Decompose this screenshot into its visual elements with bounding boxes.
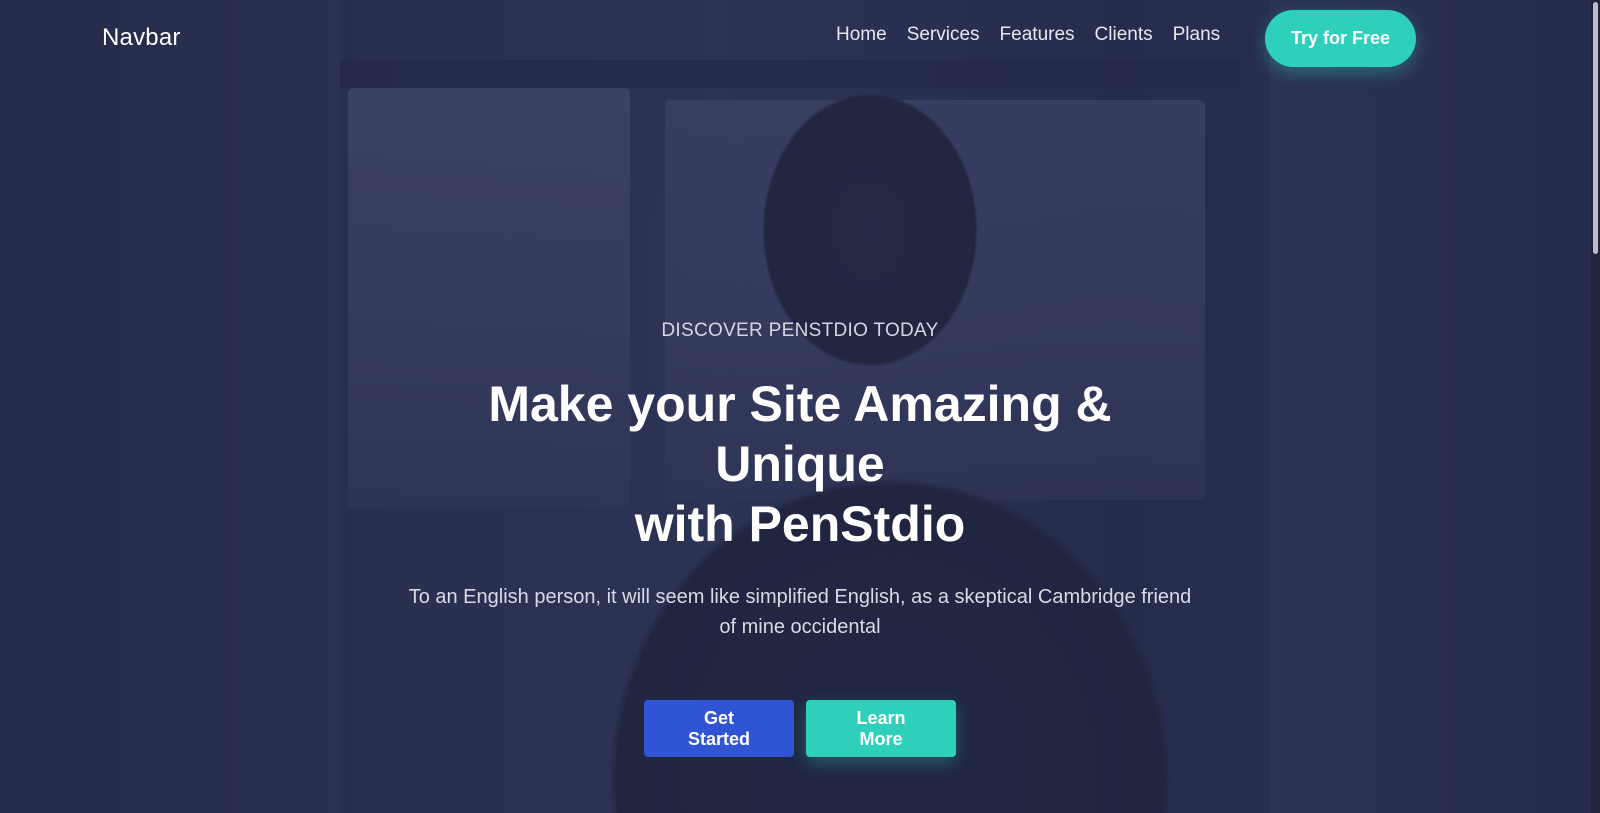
brand-logo[interactable]: Navbar [102, 24, 181, 52]
nav-link-features[interactable]: Features [990, 22, 1085, 48]
hero-description-line-2: of mine occidental [719, 616, 881, 638]
nav-link-services[interactable]: Services [897, 22, 990, 48]
nav-link-clients[interactable]: Clients [1085, 22, 1163, 48]
scrollbar[interactable] [1591, 0, 1600, 813]
nav-link-home[interactable]: Home [826, 22, 897, 48]
page: Navbar Home Services Features Clients Pl… [0, 0, 1600, 813]
try-for-free-button[interactable]: Try for Free [1265, 10, 1416, 67]
learn-more-button[interactable]: Learn More [806, 700, 956, 757]
navbar: Navbar Home Services Features Clients Pl… [0, 0, 1600, 78]
scrollbar-thumb[interactable] [1593, 2, 1598, 254]
hero-eyebrow: DISCOVER PENSTDIO TODAY [661, 320, 939, 341]
nav-link-plans[interactable]: Plans [1163, 22, 1231, 48]
hero-title-line-2: with PenStdio [634, 496, 966, 552]
hero-title-line-1: Make your Site Amazing & Unique [488, 376, 1112, 492]
get-started-button[interactable]: Get Started [644, 700, 794, 757]
hero-description-line-1: To an English person, it will seem like … [408, 586, 1192, 608]
hero-section: DISCOVER PENSTDIO TODAY Make your Site A… [0, 320, 1600, 757]
hero-actions: Get Started Learn More [0, 700, 1600, 757]
nav-links: Home Services Features Clients Plans [826, 22, 1230, 48]
hero-description: To an English person, it will seem like … [400, 582, 1200, 642]
hero-title: Make your Site Amazing & Unique with Pen… [400, 374, 1200, 554]
